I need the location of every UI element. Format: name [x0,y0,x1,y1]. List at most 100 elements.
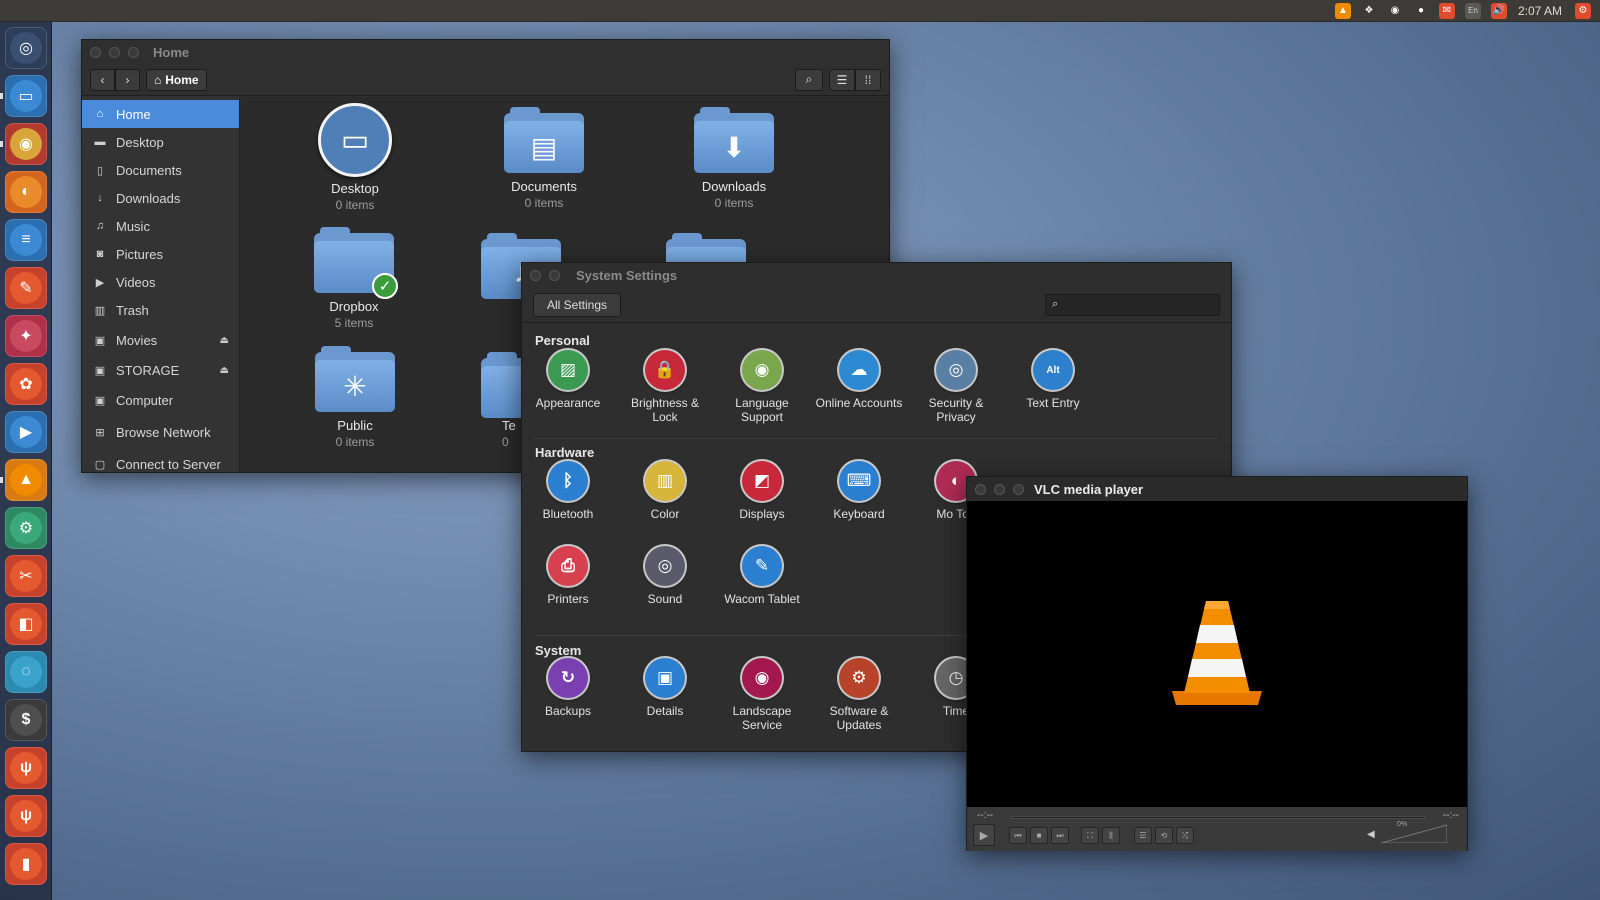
close-window-button[interactable] [530,269,541,281]
settings-item-wacom-tablet[interactable]: ✎ Wacom Tablet [714,546,810,606]
sidebar-item-storage[interactable]: ▣ STORAGE ⏏ [82,356,239,384]
back-button[interactable]: ‹ [90,68,115,91]
finance-launcher-icon[interactable]: $ [5,699,47,741]
folder-desktop[interactable]: ▭ Desktop 0 items [285,103,425,212]
previous-button[interactable]: ⏮ [1009,827,1027,844]
tools-launcher-icon[interactable]: ✂ [5,555,47,597]
bird-launcher-icon[interactable]: ✿ [5,363,47,405]
settings-item-printers[interactable]: ⎙ Printers [520,546,616,606]
firefox-launcher-icon[interactable]: ◐ [5,171,47,213]
minimize-window-button[interactable] [109,46,120,58]
sidebar-item-videos[interactable]: ▶ Videos [82,268,239,296]
sidebar-item-connect-to-server[interactable]: ▢ Connect to Server [82,450,239,478]
volume-slider[interactable]: 0% [1380,821,1448,844]
writer-launcher-icon[interactable]: ≡ [5,219,47,261]
volume-icon[interactable]: 🔊 [1490,2,1507,19]
toggle-launcher-icon[interactable]: ◧ [5,603,47,645]
settings-item-security-privacy[interactable]: ◎ Security & Privacy [908,350,1004,424]
vlc-titlebar[interactable]: VLC media player [967,477,1467,501]
video-area[interactable] [967,501,1467,807]
speaker-icon[interactable]: ◀ [1367,829,1375,840]
close-window-button[interactable] [975,483,986,495]
folder-downloads[interactable]: ⬇ Downloads 0 items [664,107,804,210]
text-editor-launcher-icon[interactable]: ✎ [5,267,47,309]
eject-icon[interactable]: ⏏ [220,335,229,346]
play-button[interactable]: ▶ [973,824,995,846]
close-window-button[interactable] [90,46,101,58]
sidebar-item-home[interactable]: ⌂ Home [82,100,239,128]
settings-item-color[interactable]: ▥ Color [617,461,713,521]
sidebar-item-downloads[interactable]: ↓ Downloads [82,184,239,212]
location-home-button[interactable]: ⌂ Home [146,68,207,91]
settings-item-online-accounts[interactable]: ☁ Online Accounts [811,350,907,410]
sidebar-item-music[interactable]: ♫ Music [82,212,239,240]
media-player-launcher-icon[interactable]: ▶ [5,411,47,453]
files-launcher-icon[interactable]: ▭ [5,75,47,117]
keyboard-layout-icon[interactable]: En [1464,2,1481,19]
settings-item-bluetooth[interactable]: ᛒ Bluetooth [520,461,616,521]
ubuntu-dash-icon[interactable]: ◎ [5,27,47,69]
seek-bar[interactable] [1011,816,1425,819]
settings-item-appearance[interactable]: ▨ Appearance [520,350,616,410]
settings-item-sound[interactable]: ◎ Sound [617,546,713,606]
settings-titlebar[interactable]: System Settings [522,263,1231,287]
settings-item-displays[interactable]: ◩ Displays [714,461,810,521]
minimize-window-button[interactable] [549,269,560,281]
files-titlebar[interactable]: Home [82,40,889,64]
folder-documents[interactable]: ▤ Documents 0 items [474,107,614,210]
sidebar-item-documents[interactable]: ▯ Documents [82,156,239,184]
settings-item-details[interactable]: ▣ Details [617,658,713,718]
folder-partial-videos[interactable]: ▭ [661,233,751,263]
sidebar-item-trash[interactable]: ▥ Trash [82,296,239,324]
sidebar-item-computer[interactable]: ▣ Computer [82,386,239,414]
notification-tray-icon[interactable]: ● [1412,2,1429,19]
next-button[interactable]: ⏭ [1051,827,1069,844]
session-gear-icon[interactable]: ⚙ [1575,2,1591,19]
sidebar-item-browse-network[interactable]: ⊞ Browse Network [82,418,239,446]
shuffle-button[interactable]: ⤮ [1176,827,1194,844]
section-hardware-heading: Hardware [535,445,595,460]
mail-tray-icon[interactable]: ✉ [1438,2,1455,19]
trash-launcher-icon[interactable]: ▮ [5,843,47,885]
stop-button[interactable]: ■ [1030,827,1048,844]
list-view-button[interactable]: ☰ [829,68,855,91]
browse-network-icon: ⊞ [95,426,105,439]
forward-button[interactable]: › [115,68,140,91]
folder-dropbox[interactable]: ✓ Dropbox 5 items [284,227,424,330]
chrome-tray-icon[interactable]: ◉ [1386,2,1403,19]
extended-settings-button[interactable]: ⫼ [1102,827,1120,844]
computer-icon: ▣ [94,394,106,407]
chrome-launcher-icon[interactable]: ◉ [5,123,47,165]
circle-launcher-icon[interactable]: ◌ [5,651,47,693]
usb-launcher-icon-2[interactable]: ψ [5,795,47,837]
settings-search-input[interactable]: ⌕ [1045,293,1220,316]
sidebar-item-desktop[interactable]: ▬ Desktop [82,128,239,156]
folder-public[interactable]: ✳ Public 0 items [285,346,425,449]
loop-button[interactable]: ⟲ [1155,827,1173,844]
eject-icon[interactable]: ⏏ [220,365,229,376]
maximize-window-button[interactable] [1013,483,1024,495]
clock[interactable]: 2:07 AM [1518,4,1562,18]
settings-item-language-support[interactable]: ◉ Language Support [714,350,810,424]
all-settings-button[interactable]: All Settings [533,292,622,317]
grid-view-button[interactable]: ⁞⁞ [855,68,881,91]
playlist-button[interactable]: ☰ [1134,827,1152,844]
search-button[interactable]: ⌕ [795,68,823,91]
inkscape-launcher-icon[interactable]: ✦ [5,315,47,357]
fullscreen-button[interactable]: ⛶ [1081,827,1099,844]
dropbox-tray-icon[interactable]: ❖ [1360,2,1377,19]
sidebar-item-movies[interactable]: ▣ Movies ⏏ [82,326,239,354]
settings-item-software-updates[interactable]: ⚙ Software & Updates [811,658,907,732]
settings-item-brightness-lock[interactable]: 🔒 Brightness & Lock [617,350,713,424]
vlc-tray-icon[interactable]: ▲ [1334,2,1351,19]
minimize-window-button[interactable] [994,483,1005,495]
sidebar-item-pictures[interactable]: ◙ Pictures [82,240,239,268]
settings-item-text-entry[interactable]: Alt Text Entry [1005,350,1101,410]
maximize-window-button[interactable] [128,46,139,58]
vlc-launcher-icon[interactable]: ▲ [5,459,47,501]
usb-launcher-icon-1[interactable]: ψ [5,747,47,789]
settings-item-landscape-service[interactable]: ◉ Landscape Service [714,658,810,732]
settings-item-keyboard[interactable]: ⌨ Keyboard [811,461,907,521]
settings-item-backups[interactable]: ↻ Backups [520,658,616,718]
system-settings-launcher-icon[interactable]: ⚙ [5,507,47,549]
